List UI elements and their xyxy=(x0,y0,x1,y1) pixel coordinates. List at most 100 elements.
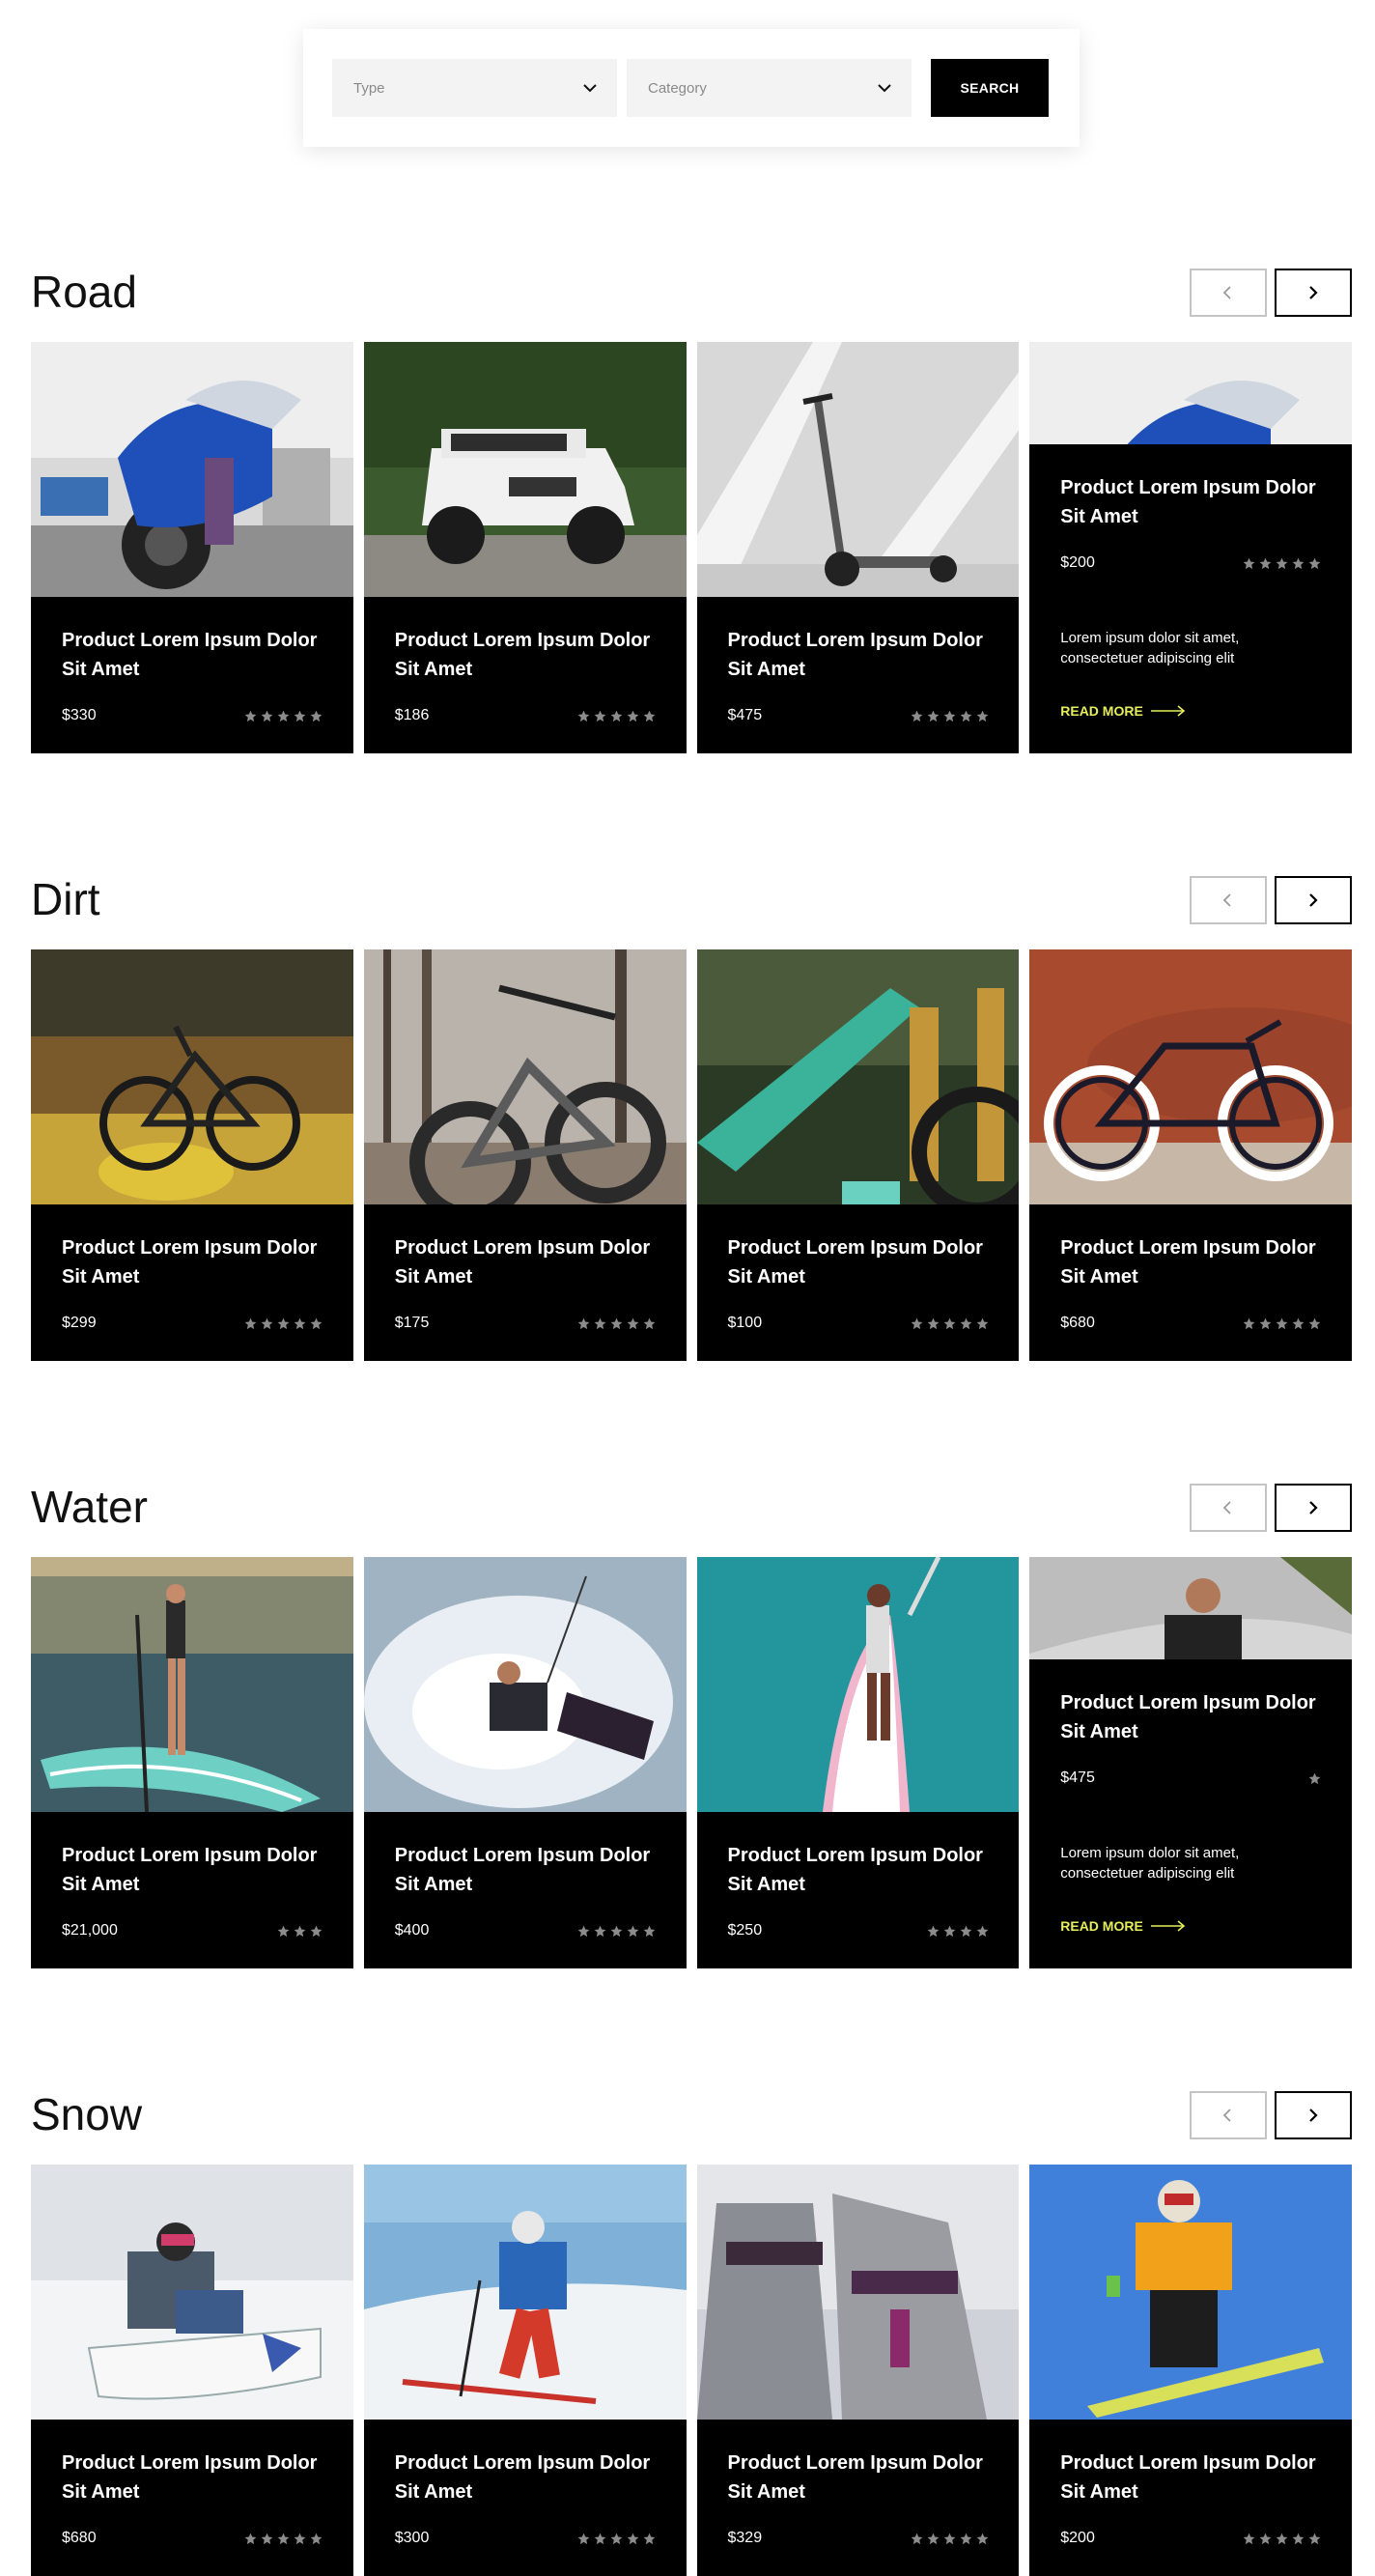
product-image[interactable] xyxy=(696,949,1020,1204)
star-icon xyxy=(627,2533,639,2544)
read-more-link[interactable]: READ MORE xyxy=(1060,703,1186,719)
product-price: $329 xyxy=(727,2530,763,2546)
rating-stars xyxy=(244,710,323,722)
rating-stars xyxy=(577,1317,656,1330)
rating-stars xyxy=(1243,1317,1321,1330)
product-card[interactable]: Product Lorem Ipsum Dolor Sit Amet $475 … xyxy=(1029,1557,1352,1968)
product-price: $475 xyxy=(1060,1769,1095,1786)
carousel-prev-button[interactable] xyxy=(1190,1484,1267,1532)
product-price: $21,000 xyxy=(62,1922,118,1939)
product-title: Product Lorem Ipsum Dolor Sit Amet xyxy=(1060,1692,1316,1742)
rating-stars xyxy=(577,1925,656,1938)
star-icon xyxy=(594,1925,606,1937)
search-button[interactable]: SEARCH xyxy=(931,59,1049,117)
product-image[interactable] xyxy=(696,1557,1020,1812)
product-title: Product Lorem Ipsum Dolor Sit Amet xyxy=(62,1845,318,1895)
product-title: Product Lorem Ipsum Dolor Sit Amet xyxy=(62,630,318,680)
star-icon xyxy=(294,710,306,722)
product-info: Product Lorem Ipsum Dolor Sit Amet $329 xyxy=(696,2420,1020,2576)
star-icon xyxy=(627,1925,639,1937)
product-image[interactable] xyxy=(1029,949,1352,1204)
star-icon xyxy=(594,710,606,722)
product-description: Lorem ipsum dolor sit amet, consectetuer… xyxy=(1060,630,1240,666)
carousel-prev-button[interactable] xyxy=(1190,269,1267,317)
product-image[interactable] xyxy=(696,2165,1020,2420)
star-icon xyxy=(627,710,639,722)
product-carousel: Product Lorem Ipsum Dolor Sit Amet $680 … xyxy=(31,2165,1352,2576)
star-icon xyxy=(294,2533,306,2544)
product-image[interactable] xyxy=(363,949,687,1204)
rating-stars xyxy=(911,2533,989,2545)
product-info: Product Lorem Ipsum Dolor Sit Amet $475 … xyxy=(1029,1659,1352,1968)
product-price: $250 xyxy=(727,1922,763,1939)
product-image[interactable] xyxy=(31,949,353,1204)
carousel-next-button[interactable] xyxy=(1275,2091,1352,2139)
star-icon xyxy=(277,2533,290,2544)
product-card[interactable]: Product Lorem Ipsum Dolor Sit Amet $200 xyxy=(1029,2165,1352,2576)
product-card[interactable]: Product Lorem Ipsum Dolor Sit Amet $100 xyxy=(696,949,1020,1361)
read-more-link[interactable]: READ MORE xyxy=(1060,1918,1186,1934)
product-card[interactable]: Product Lorem Ipsum Dolor Sit Amet $250 xyxy=(696,1557,1020,1968)
carousel-next-button[interactable] xyxy=(1275,269,1352,317)
star-icon xyxy=(911,1317,922,1329)
product-card[interactable]: Product Lorem Ipsum Dolor Sit Amet $300 xyxy=(363,2165,687,2576)
category-select[interactable]: Category xyxy=(627,59,912,117)
star-icon xyxy=(643,2533,656,2544)
product-title: Product Lorem Ipsum Dolor Sit Amet xyxy=(394,630,651,680)
product-info: Product Lorem Ipsum Dolor Sit Amet $200 xyxy=(1029,2420,1352,2576)
product-info: Product Lorem Ipsum Dolor Sit Amet $21,0… xyxy=(31,1812,353,1968)
product-card[interactable]: Product Lorem Ipsum Dolor Sit Amet $475 xyxy=(696,342,1020,753)
star-icon xyxy=(244,2533,257,2544)
product-image[interactable] xyxy=(1029,342,1352,444)
product-card[interactable]: Product Lorem Ipsum Dolor Sit Amet $329 xyxy=(696,2165,1020,2576)
product-image[interactable] xyxy=(31,2165,353,2420)
type-select[interactable]: Type xyxy=(332,59,617,117)
carousel-next-button[interactable] xyxy=(1275,876,1352,924)
carousel-next-button[interactable] xyxy=(1275,1484,1352,1532)
star-icon xyxy=(643,1317,656,1329)
product-image[interactable] xyxy=(363,1557,687,1812)
rating-stars xyxy=(927,1925,989,1938)
chevron-left-icon xyxy=(1222,893,1231,907)
product-image[interactable] xyxy=(1029,2165,1352,2420)
product-title: Product Lorem Ipsum Dolor Sit Amet xyxy=(727,1237,983,1288)
star-icon xyxy=(1243,2533,1255,2544)
star-icon xyxy=(911,2533,922,2544)
product-price: $475 xyxy=(727,707,763,723)
star-icon xyxy=(976,710,988,722)
product-section: Dirt Product Lorem Ipsum Dolor Sit Amet … xyxy=(31,870,1352,1361)
product-price: $680 xyxy=(1060,1315,1095,1331)
product-carousel: Product Lorem Ipsum Dolor Sit Amet $299 … xyxy=(31,949,1352,1361)
product-card[interactable]: Product Lorem Ipsum Dolor Sit Amet $175 xyxy=(363,949,687,1361)
carousel-prev-button[interactable] xyxy=(1190,876,1267,924)
product-card[interactable]: Product Lorem Ipsum Dolor Sit Amet $200 … xyxy=(1029,342,1352,753)
star-icon xyxy=(927,1317,939,1329)
product-card[interactable]: Product Lorem Ipsum Dolor Sit Amet $21,0… xyxy=(31,1557,353,1968)
product-card[interactable]: Product Lorem Ipsum Dolor Sit Amet $299 xyxy=(31,949,353,1361)
product-card[interactable]: Product Lorem Ipsum Dolor Sit Amet $680 xyxy=(31,2165,353,2576)
product-card[interactable]: Product Lorem Ipsum Dolor Sit Amet $330 xyxy=(31,342,353,753)
star-icon xyxy=(943,1925,955,1937)
product-image[interactable] xyxy=(31,1557,353,1812)
product-image[interactable] xyxy=(1029,1557,1352,1659)
product-image[interactable] xyxy=(363,342,687,597)
star-icon xyxy=(1243,557,1255,569)
product-info: Product Lorem Ipsum Dolor Sit Amet $299 xyxy=(31,1204,353,1361)
star-icon xyxy=(627,1317,639,1329)
product-image[interactable] xyxy=(31,342,353,597)
star-icon xyxy=(277,1925,290,1937)
star-icon xyxy=(976,1317,988,1329)
star-icon xyxy=(1276,1317,1288,1329)
star-icon xyxy=(277,1317,290,1329)
carousel-prev-button[interactable] xyxy=(1190,2091,1267,2139)
product-card[interactable]: Product Lorem Ipsum Dolor Sit Amet $680 xyxy=(1029,949,1352,1361)
product-image[interactable] xyxy=(363,2165,687,2420)
product-card[interactable]: Product Lorem Ipsum Dolor Sit Amet $400 xyxy=(363,1557,687,1968)
product-price: $186 xyxy=(394,707,430,723)
chevron-right-icon xyxy=(1309,1501,1318,1514)
product-card[interactable]: Product Lorem Ipsum Dolor Sit Amet $186 xyxy=(363,342,687,753)
product-section: Snow Product Lorem Ipsum Dolor Sit Amet … xyxy=(31,2085,1352,2576)
read-more-label: READ MORE xyxy=(1060,703,1143,719)
product-image[interactable] xyxy=(696,342,1020,597)
star-icon xyxy=(1292,557,1305,569)
